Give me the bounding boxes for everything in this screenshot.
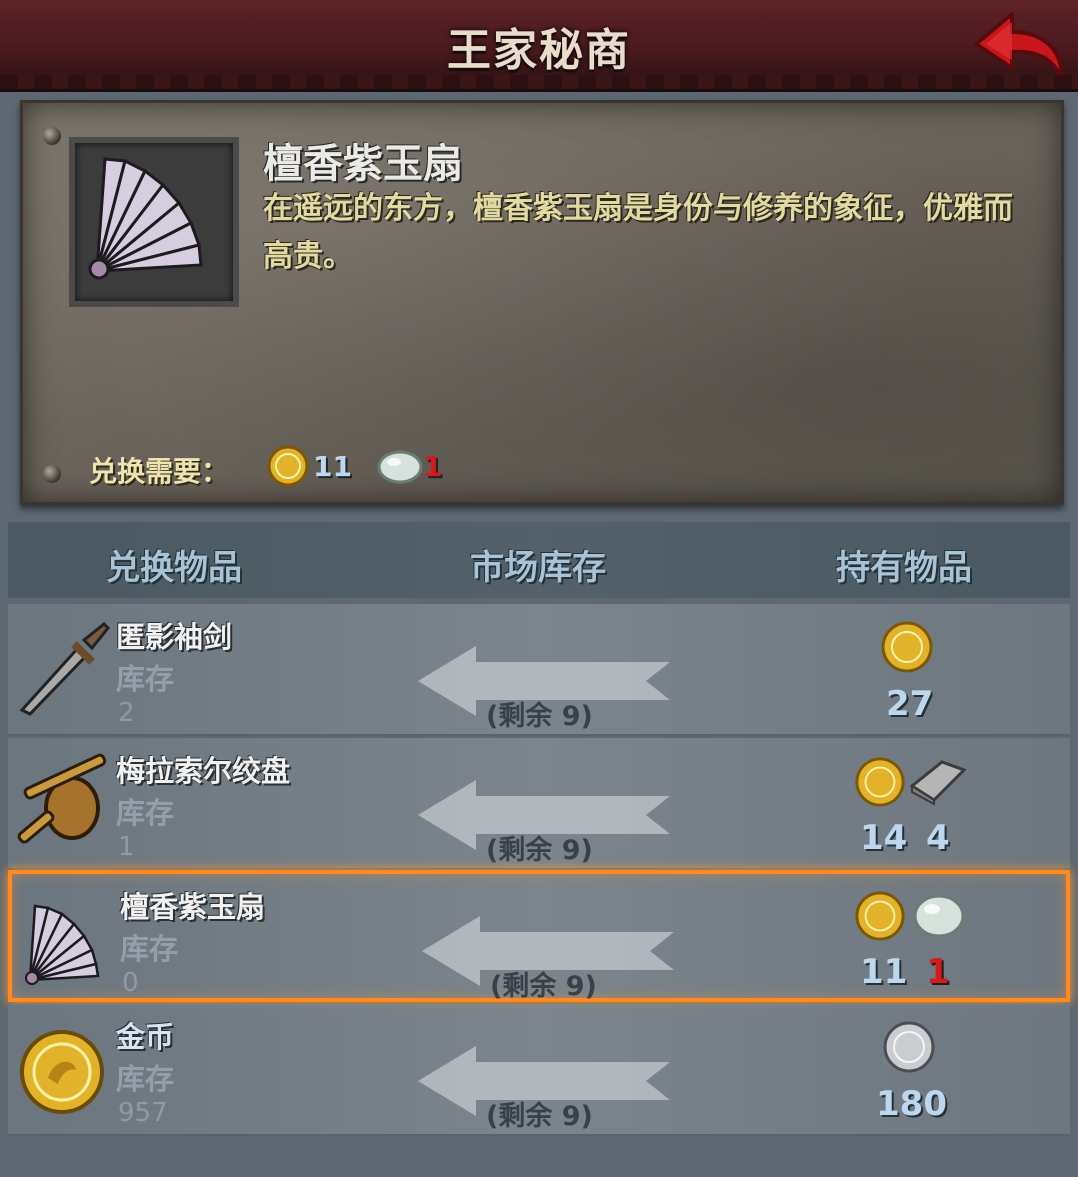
owned-gold-count: 11 bbox=[860, 952, 908, 992]
column-market: 市场库存 bbox=[470, 548, 606, 588]
column-headers: 兑换物品 市场库存 持有物品 bbox=[8, 522, 1070, 598]
owned-gold-count: 27 bbox=[886, 684, 934, 724]
item-detail-panel: 檀香紫玉扇 在遥远的东方，檀香紫玉扇是身份与修养的象征，优雅而高贵。 兑换需要：… bbox=[20, 100, 1064, 505]
item-description: 在遥远的东方，檀香紫玉扇是身份与修养的象征，优雅而高贵。 bbox=[263, 191, 1013, 274]
market-remaining: (剩余 9) bbox=[486, 701, 593, 732]
stock-label: 库存 bbox=[116, 662, 175, 696]
dagger-icon bbox=[19, 621, 111, 716]
stock-label: 库存 bbox=[120, 932, 179, 966]
fan-icon bbox=[88, 157, 203, 280]
gold-coin-icon bbox=[267, 445, 309, 487]
list-item[interactable]: 梅拉索尔绞盘 库存 1 (剩余 9) 14 4 bbox=[8, 738, 1070, 870]
market-remaining: (剩余 9) bbox=[490, 971, 597, 1002]
column-owned: 持有物品 bbox=[836, 548, 972, 588]
title-bar: 王家秘商 bbox=[0, 0, 1078, 92]
stock-value: 0 bbox=[122, 968, 139, 998]
owned-silver-count: 180 bbox=[876, 1084, 947, 1124]
owned-gold-count: 14 bbox=[860, 818, 908, 858]
market-remaining: (剩余 9) bbox=[486, 1101, 593, 1132]
iron-ingot-icon bbox=[909, 760, 967, 806]
owned-jade-count: 1 bbox=[926, 952, 950, 992]
item-name: 檀香紫玉扇 bbox=[263, 141, 463, 187]
winch-icon bbox=[17, 753, 107, 844]
silver-coin-icon bbox=[883, 1021, 935, 1073]
gold-coin-icon bbox=[855, 891, 905, 941]
owned-iron-count: 4 bbox=[926, 818, 950, 858]
row-item-name: 檀香紫玉扇 bbox=[120, 890, 266, 924]
stock-label: 库存 bbox=[116, 796, 175, 830]
gold-coin-icon bbox=[881, 621, 933, 673]
row-item-name: 匿影袖剑 bbox=[116, 620, 233, 654]
column-exchange: 兑换物品 bbox=[106, 548, 242, 588]
gold-coin-icon bbox=[20, 1030, 104, 1114]
page-title: 王家秘商 bbox=[447, 25, 631, 76]
row-item-name: 金币 bbox=[116, 1020, 175, 1054]
fan-icon bbox=[25, 904, 100, 985]
jade-stone-icon bbox=[913, 894, 965, 938]
back-arrow-icon[interactable] bbox=[972, 8, 1068, 86]
requirement-label: 兑换需要： bbox=[89, 455, 230, 488]
stock-label: 库存 bbox=[116, 1062, 175, 1096]
list-item[interactable]: 匿影袖剑 库存 2 (剩余 9) 27 bbox=[8, 604, 1070, 736]
gold-coin-icon bbox=[855, 757, 905, 807]
row-item-name: 梅拉索尔绞盘 bbox=[116, 754, 291, 788]
stock-value: 957 bbox=[118, 1098, 168, 1128]
list-item-selected[interactable]: 檀香紫玉扇 库存 0 (剩余 9) 11 1 bbox=[8, 870, 1070, 1002]
requirement-gold-value: 11 bbox=[313, 450, 352, 483]
nail bbox=[43, 127, 61, 145]
jade-stone-icon bbox=[377, 450, 423, 484]
stock-value: 2 bbox=[118, 698, 135, 728]
requirement-gem-value: 1 bbox=[423, 450, 443, 483]
item-icon-frame bbox=[69, 137, 239, 307]
market-remaining: (剩余 9) bbox=[486, 835, 593, 866]
stock-value: 1 bbox=[118, 832, 135, 862]
list-item[interactable]: 金币 库存 957 (剩余 9) 180 bbox=[8, 1004, 1070, 1136]
nail bbox=[43, 465, 61, 483]
